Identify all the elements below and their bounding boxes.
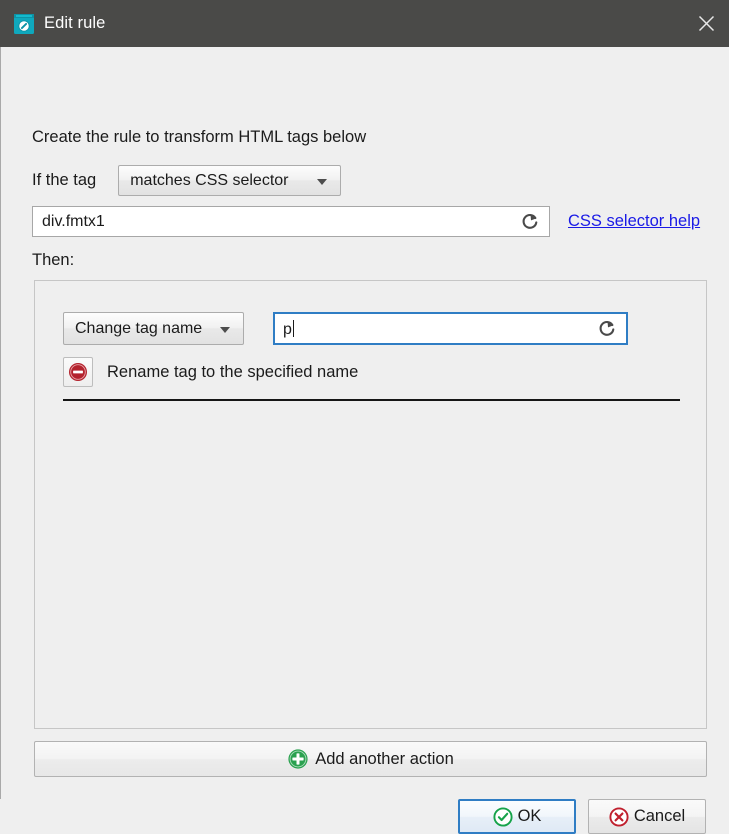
cancel-circle-icon (609, 806, 629, 827)
reset-circular-arrow-icon[interactable] (520, 212, 540, 232)
action-value-content: p (283, 320, 292, 338)
add-circle-icon (288, 749, 308, 769)
dialog-body: Create the rule to transform HTML tags b… (0, 47, 729, 834)
edit-rule-dialog: Edit rule Create the rule to transform H… (0, 0, 729, 834)
remove-circle-icon (69, 363, 87, 381)
edit-rule-icon (14, 13, 34, 34)
cancel-button-label: Cancel (633, 807, 686, 825)
if-the-tag-label: If the tag (32, 171, 97, 189)
condition-type-value: matches CSS selector (130, 171, 289, 189)
title-bar: Edit rule (0, 0, 729, 47)
action-description-row: Rename tag to the specified name (63, 357, 358, 387)
ok-button[interactable]: OK (458, 799, 576, 834)
actions-panel: Change tag name p Rename tag to the spec… (34, 280, 707, 729)
close-icon (698, 15, 714, 32)
action-value-text: p (283, 319, 294, 338)
close-button[interactable] (683, 0, 729, 47)
instruction-text: Create the rule to transform HTML tags b… (32, 128, 367, 146)
css-selector-value: div.fmtx1 (42, 212, 105, 230)
text-cursor (292, 319, 294, 337)
condition-type-dropdown[interactable]: matches CSS selector (118, 165, 342, 196)
css-selector-help-link[interactable]: CSS selector help (568, 212, 700, 231)
dialog-footer: OK Cancel (458, 799, 706, 834)
action-row: Change tag name p (63, 312, 628, 345)
cancel-button[interactable]: Cancel (588, 799, 706, 834)
ok-button-label: OK (517, 807, 542, 825)
action-description: Rename tag to the specified name (107, 362, 359, 381)
action-value-input[interactable]: p (273, 312, 628, 345)
add-another-action-button[interactable]: Add another action (34, 741, 707, 777)
chevron-down-icon (220, 326, 230, 333)
css-selector-input[interactable]: div.fmtx1 (32, 206, 550, 237)
window-title: Edit rule (44, 14, 106, 33)
remove-action-button[interactable] (63, 357, 93, 387)
selector-row: div.fmtx1 CSS selector help (32, 206, 700, 237)
action-type-value: Change tag name (75, 319, 203, 337)
check-circle-icon (493, 806, 513, 827)
condition-row: If the tag matches CSS selector (32, 165, 342, 196)
then-label: Then: (32, 251, 75, 269)
add-another-action-label: Add another action (315, 749, 454, 768)
chevron-down-icon (317, 178, 328, 185)
action-divider (63, 399, 680, 401)
action-type-dropdown[interactable]: Change tag name (63, 312, 244, 345)
reset-circular-arrow-icon[interactable] (597, 319, 617, 339)
